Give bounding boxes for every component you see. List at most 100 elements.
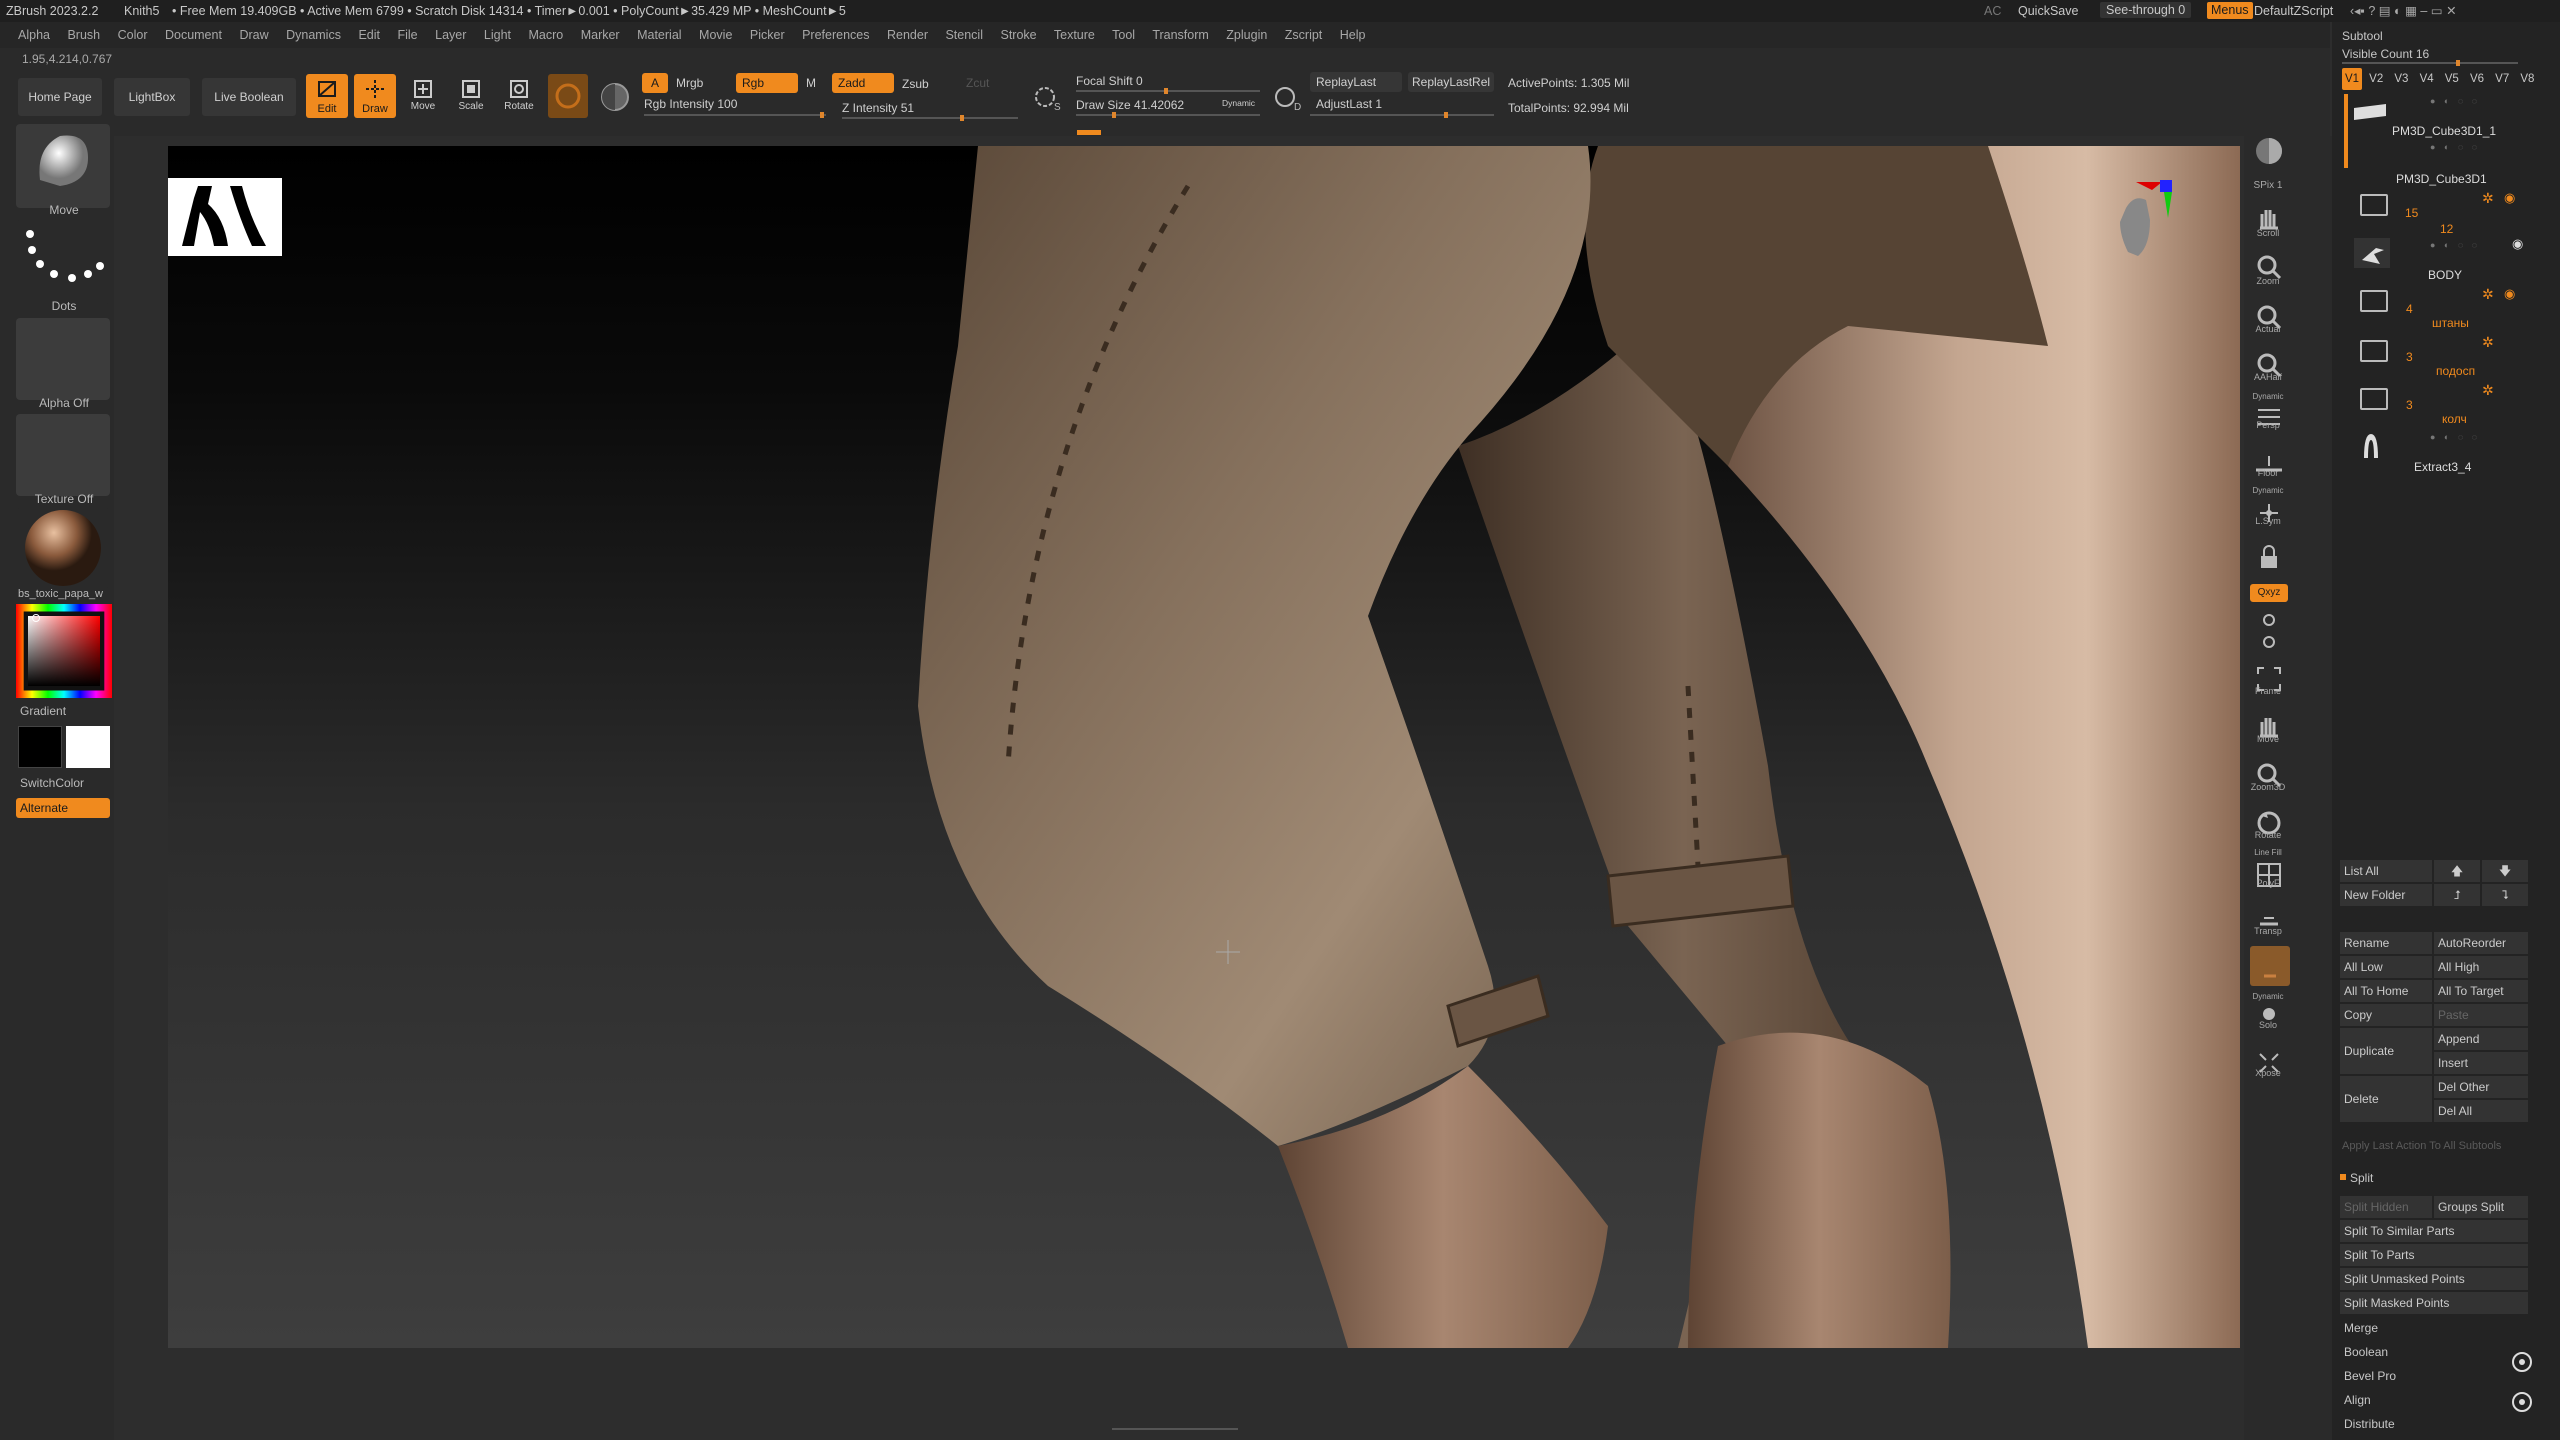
menu-draw[interactable]: Draw xyxy=(239,28,268,42)
zsub-toggle[interactable]: Zsub xyxy=(902,77,929,91)
rotate-button[interactable]: Rotate xyxy=(498,74,540,118)
window-controls[interactable]: ‹◂▪ ? ▤ ◐ ▦ – ▭ ✕ xyxy=(2350,0,2457,22)
align-target-icon[interactable] xyxy=(2510,1390,2534,1414)
replaylastrel-button[interactable]: ReplayLastRel xyxy=(1408,72,1494,92)
rename-button[interactable]: Rename xyxy=(2340,932,2432,954)
menu-layer[interactable]: Layer xyxy=(435,28,466,42)
zcut-toggle[interactable]: Zcut xyxy=(966,76,989,90)
navigation-gizmo[interactable] xyxy=(2098,176,2178,266)
menu-edit[interactable]: Edit xyxy=(358,28,380,42)
gear-icon[interactable]: ✲ xyxy=(2482,334,2494,351)
append-button[interactable]: Append xyxy=(2434,1028,2528,1050)
floor-button[interactable] xyxy=(2250,446,2288,484)
subtool-toggles-1[interactable]: ● ◐ ◌ ◌ xyxy=(2430,96,2540,106)
all-to-target-button[interactable]: All To Target xyxy=(2434,980,2528,1002)
secondary-color-swatch[interactable] xyxy=(66,726,110,768)
insert-button[interactable]: Insert xyxy=(2434,1052,2528,1074)
subtool-thumb-extract[interactable] xyxy=(2360,430,2382,460)
subtool-name-2[interactable]: PM3D_Cube3D1 xyxy=(2396,172,2487,186)
solo-button[interactable] xyxy=(2250,998,2288,1036)
version-tab-v1[interactable]: V1 xyxy=(2342,68,2362,90)
all-high-button[interactable]: All High xyxy=(2434,956,2528,978)
alternate-button[interactable]: Alternate xyxy=(16,798,110,818)
list-all-button[interactable]: List All xyxy=(2340,860,2432,882)
draw-size-slider[interactable] xyxy=(1076,112,1260,118)
split-unmasked-button[interactable]: Split Unmasked Points xyxy=(2340,1268,2528,1290)
spix-label[interactable]: SPix 1 xyxy=(2238,180,2298,191)
rgb-intensity-slider[interactable] xyxy=(644,112,826,118)
local-rotate-button[interactable] xyxy=(2250,606,2288,630)
move-button[interactable]: Move xyxy=(402,74,444,118)
mrgb-toggle[interactable]: Mrgb xyxy=(676,76,703,90)
subtool-toggles-4[interactable]: ● ◐ ◌ ◌ xyxy=(2430,432,2540,442)
edit-button[interactable]: Edit xyxy=(306,74,348,118)
eye-icon[interactable]: ◉ xyxy=(2504,190,2515,206)
subtool-thumb-body[interactable] xyxy=(2354,238,2390,268)
subtool-name-1[interactable]: PM3D_Cube3D1_1 xyxy=(2392,124,2496,138)
gear-icon[interactable]: ✲ xyxy=(2482,382,2494,399)
folder-icon-3[interactable] xyxy=(2360,340,2388,362)
menu-macro[interactable]: Macro xyxy=(528,28,563,42)
menu-file[interactable]: File xyxy=(397,28,417,42)
move-down-arrow-icon[interactable]: 🡇 xyxy=(2482,860,2528,882)
version-tab-v5[interactable]: V5 xyxy=(2441,68,2463,90)
eye-icon[interactable]: ◉ xyxy=(2504,286,2515,302)
menu-preferences[interactable]: Preferences xyxy=(802,28,869,42)
subtool-header[interactable]: Subtool xyxy=(2342,26,2554,46)
local-transp-button[interactable] xyxy=(2250,628,2288,652)
menu-zplugin[interactable]: Zplugin xyxy=(1226,28,1267,42)
focal-shift-slider[interactable] xyxy=(1076,88,1260,94)
menu-color[interactable]: Color xyxy=(118,28,148,42)
apply-last-action-button[interactable]: Apply Last Action To All Subtools xyxy=(2342,1136,2554,1156)
bevel-pro-section-header[interactable]: Bevel Pro xyxy=(2344,1366,2556,1386)
all-low-button[interactable]: All Low xyxy=(2340,956,2432,978)
menu-stencil[interactable]: Stencil xyxy=(945,28,983,42)
zadd-toggle[interactable]: Zadd xyxy=(832,73,894,93)
menu-render[interactable]: Render xyxy=(887,28,928,42)
autoreorder-button[interactable]: AutoReorder xyxy=(2434,932,2528,954)
gear-icon[interactable]: ✲ xyxy=(2482,286,2494,303)
dynamic-toggle[interactable]: Dynamic xyxy=(1222,98,1255,108)
adjustlast-slider[interactable] xyxy=(1310,112,1494,118)
copy-button[interactable]: Copy xyxy=(2340,1004,2432,1026)
subtool-toggles-3[interactable]: ● ◐ ◌ ◌ xyxy=(2430,240,2540,250)
folder-name-pants[interactable]: штаны xyxy=(2432,316,2469,330)
bottom-tray-handle[interactable] xyxy=(1112,1428,1238,1434)
version-tab-v3[interactable]: V3 xyxy=(2390,68,2412,90)
see-through-slider[interactable]: See-through 0 xyxy=(2100,2,2192,18)
del-all-button[interactable]: Del All xyxy=(2434,1100,2528,1122)
menu-picker[interactable]: Picker xyxy=(750,28,785,42)
split-to-parts-button[interactable]: Split To Parts xyxy=(2340,1244,2528,1266)
qxyz-button[interactable]: Qxyz xyxy=(2250,584,2288,602)
all-to-home-button[interactable]: All To Home xyxy=(2340,980,2432,1002)
default-zscript[interactable]: DefaultZScript xyxy=(2254,0,2333,22)
gear-icon[interactable]: ✲ xyxy=(2482,190,2494,207)
ghost-button[interactable] xyxy=(2250,946,2290,986)
split-similar-parts-button[interactable]: Split To Similar Parts xyxy=(2340,1220,2528,1242)
del-other-button[interactable]: Del Other xyxy=(2434,1076,2528,1098)
persp-button[interactable] xyxy=(2250,398,2288,436)
menu-stroke[interactable]: Stroke xyxy=(1000,28,1036,42)
menu-help[interactable]: Help xyxy=(1340,28,1366,42)
duplicate-button[interactable]: Duplicate xyxy=(2340,1028,2432,1074)
subtool-name-extract[interactable]: Extract3_4 xyxy=(2414,460,2471,474)
version-tab-v2[interactable]: V2 xyxy=(2365,68,2387,90)
menu-tool[interactable]: Tool xyxy=(1112,28,1135,42)
menus-button[interactable]: Menus xyxy=(2207,2,2253,19)
merge-section-header[interactable]: Merge xyxy=(2344,1318,2556,1338)
live-boolean-button[interactable]: Live Boolean xyxy=(202,78,296,116)
menu-brush[interactable]: Brush xyxy=(67,28,100,42)
new-folder-button[interactable]: New Folder xyxy=(2340,884,2432,906)
a-toggle[interactable]: A xyxy=(642,73,668,93)
subtool-thumb-cube1[interactable] xyxy=(2352,100,2388,122)
menu-zscript[interactable]: Zscript xyxy=(1285,28,1323,42)
bpr-button[interactable] xyxy=(2250,132,2288,170)
lazy-mouse-icon[interactable]: S xyxy=(1030,80,1064,114)
ac-label[interactable]: AC xyxy=(1984,0,2001,22)
texture-thumbnail[interactable] xyxy=(16,414,110,496)
split-masked-button[interactable]: Split Masked Points xyxy=(2340,1292,2528,1314)
draw-button[interactable]: Draw xyxy=(354,74,396,118)
menu-material[interactable]: Material xyxy=(637,28,681,42)
primary-color-swatch[interactable] xyxy=(18,726,62,768)
version-tab-v8[interactable]: V8 xyxy=(2516,68,2538,90)
